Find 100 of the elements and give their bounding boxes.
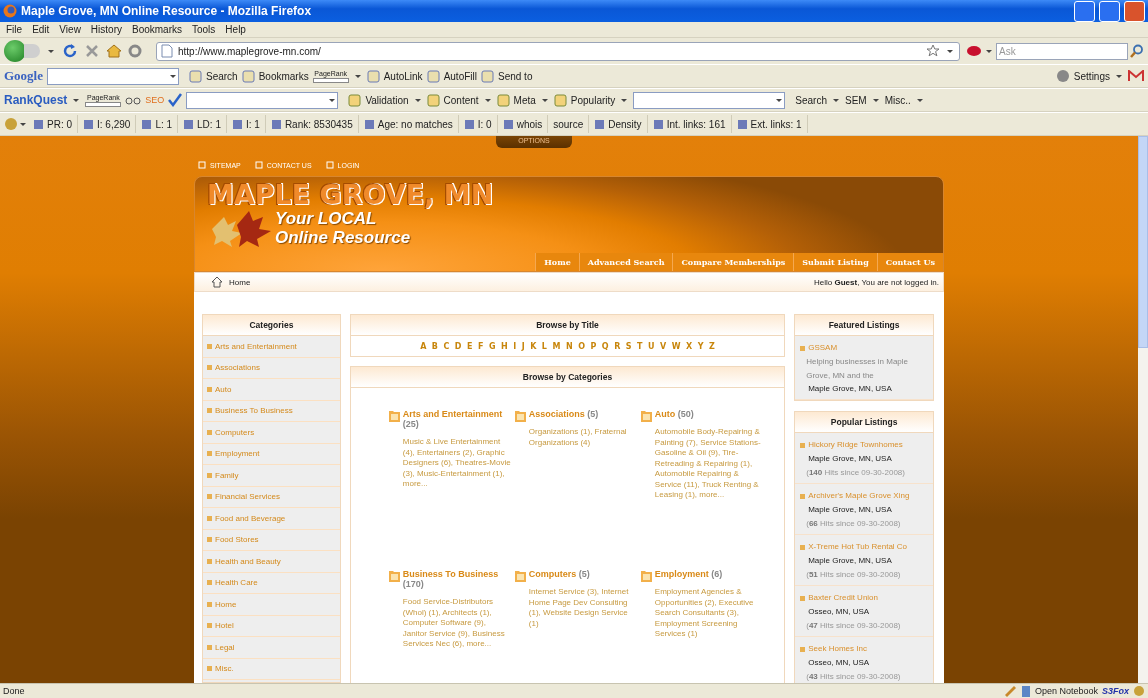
listing-link[interactable]: GSSAM	[808, 341, 838, 355]
scroll-thumb[interactable]	[1138, 136, 1148, 348]
listing-link[interactable]: Baxter Credit Union	[808, 591, 878, 605]
category-link[interactable]: Associations	[215, 363, 260, 373]
letter-link[interactable]: V	[660, 341, 667, 351]
stat-button[interactable]: Ext. links: 1	[731, 115, 808, 133]
category-link[interactable]: Food and Beverage	[215, 513, 286, 523]
category-link[interactable]: Misc.	[215, 664, 234, 674]
letter-link[interactable]: T	[637, 341, 643, 351]
toolbar-button[interactable]: Search	[795, 94, 827, 106]
caret-icon[interactable]	[833, 98, 839, 102]
toolbar-button[interactable]: Validation	[365, 94, 409, 106]
listing-link[interactable]: Archiver's Maple Grove Xing	[808, 489, 910, 503]
stat-button[interactable]: Rank: 8530435	[265, 115, 359, 133]
letter-link[interactable]: Z	[709, 341, 715, 351]
category-link[interactable]: Employment	[215, 449, 260, 459]
nav-link[interactable]: Home	[535, 253, 579, 271]
stat-button[interactable]: L: 1	[136, 115, 179, 133]
toolbar-button[interactable]: Search	[206, 70, 238, 82]
stat-button[interactable]: PR: 0	[28, 115, 78, 133]
category-link[interactable]: Associations	[528, 409, 585, 419]
toolbar-button[interactable]: Misc..	[884, 94, 911, 106]
toolbar-button[interactable]: SEM	[845, 94, 867, 106]
caret-icon[interactable]	[170, 74, 176, 78]
category-link[interactable]: Business To Business	[402, 569, 499, 579]
menu-item[interactable]: Help	[221, 24, 252, 35]
letter-link[interactable]: X	[686, 341, 693, 351]
menu-item[interactable]: History	[86, 24, 128, 35]
caret-icon[interactable]	[20, 122, 26, 126]
letter-link[interactable]: Y	[697, 341, 704, 351]
caret-icon[interactable]	[484, 98, 491, 102]
status-button[interactable]: S3Fox	[1102, 686, 1129, 696]
stat-button[interactable]: I: 6,290	[78, 115, 137, 133]
menu-item[interactable]: File	[2, 24, 29, 35]
toolbar-button[interactable]: Content	[443, 94, 479, 106]
status-button[interactable]: Open Notebook	[1034, 686, 1098, 696]
stat-button[interactable]: Int. links: 161	[647, 115, 732, 133]
category-link[interactable]: Computers	[528, 569, 577, 579]
letter-link[interactable]: B	[431, 341, 438, 351]
category-link[interactable]: Auto	[654, 409, 676, 419]
letter-link[interactable]: J	[521, 341, 525, 351]
stat-button[interactable]: Age: no matches	[358, 115, 459, 133]
caret-icon[interactable]	[541, 98, 548, 102]
category-link[interactable]: Food Stores	[215, 535, 259, 545]
stat-button[interactable]: I: 0	[458, 115, 498, 133]
letter-link[interactable]: E	[466, 341, 473, 351]
dropdown-field[interactable]	[186, 91, 339, 109]
home-icon[interactable]	[106, 43, 122, 59]
toolbar-button[interactable]: Bookmarks	[258, 70, 309, 82]
toolbar-button[interactable]: Popularity	[570, 94, 616, 106]
nav-link[interactable]: Advanced Search	[578, 253, 673, 271]
caret-icon[interactable]	[776, 98, 783, 102]
menu-item[interactable]: View	[55, 24, 87, 35]
category-link[interactable]: Health Care	[215, 578, 258, 588]
stat-button[interactable]: source	[548, 115, 590, 133]
toolbar-button[interactable]: AutoLink	[383, 70, 423, 82]
caret-icon[interactable]	[329, 98, 336, 102]
category-link[interactable]: Legal	[215, 642, 235, 652]
category-link[interactable]: Health and Beauty	[215, 556, 281, 566]
caret-icon[interactable]	[947, 49, 953, 53]
minimize-button[interactable]	[1074, 0, 1095, 22]
letter-link[interactable]: C	[443, 341, 450, 351]
stat-button[interactable]: Density	[589, 115, 648, 133]
listing-link[interactable]: X-Treme Hot Tub Rental Co	[808, 540, 908, 554]
category-link[interactable]: Arts and Entertainment	[402, 409, 503, 419]
seo-button[interactable]: SEO	[145, 95, 165, 105]
menu-item[interactable]: Tools	[188, 24, 222, 35]
search-field[interactable]	[47, 67, 179, 85]
letter-link[interactable]: S	[625, 341, 632, 351]
letter-link[interactable]: R	[614, 341, 621, 351]
letter-link[interactable]: L	[541, 341, 547, 351]
category-link[interactable]: Employment	[654, 569, 709, 579]
caret-icon[interactable]	[73, 98, 80, 102]
listing-link[interactable]: Seek Homes Inc	[808, 642, 867, 656]
listing-link[interactable]: Hickory Ridge Townhomes	[808, 438, 903, 452]
letter-link[interactable]: D	[454, 341, 462, 351]
star-icon[interactable]	[926, 44, 940, 58]
settings-button[interactable]: Settings	[1073, 70, 1110, 82]
check-icon[interactable]	[168, 93, 183, 107]
nav-link[interactable]: Submit Listing	[793, 253, 877, 271]
caret-icon[interactable]	[916, 98, 923, 102]
letter-link[interactable]: N	[565, 341, 573, 351]
caret-icon[interactable]	[986, 49, 992, 53]
caret-icon[interactable]	[1116, 74, 1122, 78]
letter-link[interactable]: K	[530, 341, 537, 351]
letter-link[interactable]: W	[671, 341, 681, 351]
letter-link[interactable]: F	[477, 341, 484, 351]
menu-item[interactable]: Bookmarks	[128, 24, 188, 35]
glasses-icon[interactable]	[125, 94, 142, 106]
toolbar-button[interactable]: Send to	[498, 70, 533, 82]
search-icon[interactable]	[1130, 44, 1144, 58]
letter-link[interactable]: G	[488, 341, 496, 351]
letter-link[interactable]: H	[501, 341, 508, 351]
menu-item[interactable]: Edit	[28, 24, 56, 35]
notebook-icon[interactable]	[1020, 684, 1031, 698]
breadcrumb-link[interactable]: Home	[229, 277, 251, 287]
category-link[interactable]: Hotel	[215, 621, 234, 631]
maximize-button[interactable]	[1099, 0, 1120, 22]
category-link[interactable]: Family	[215, 470, 239, 480]
mail-icon[interactable]	[1128, 70, 1144, 82]
